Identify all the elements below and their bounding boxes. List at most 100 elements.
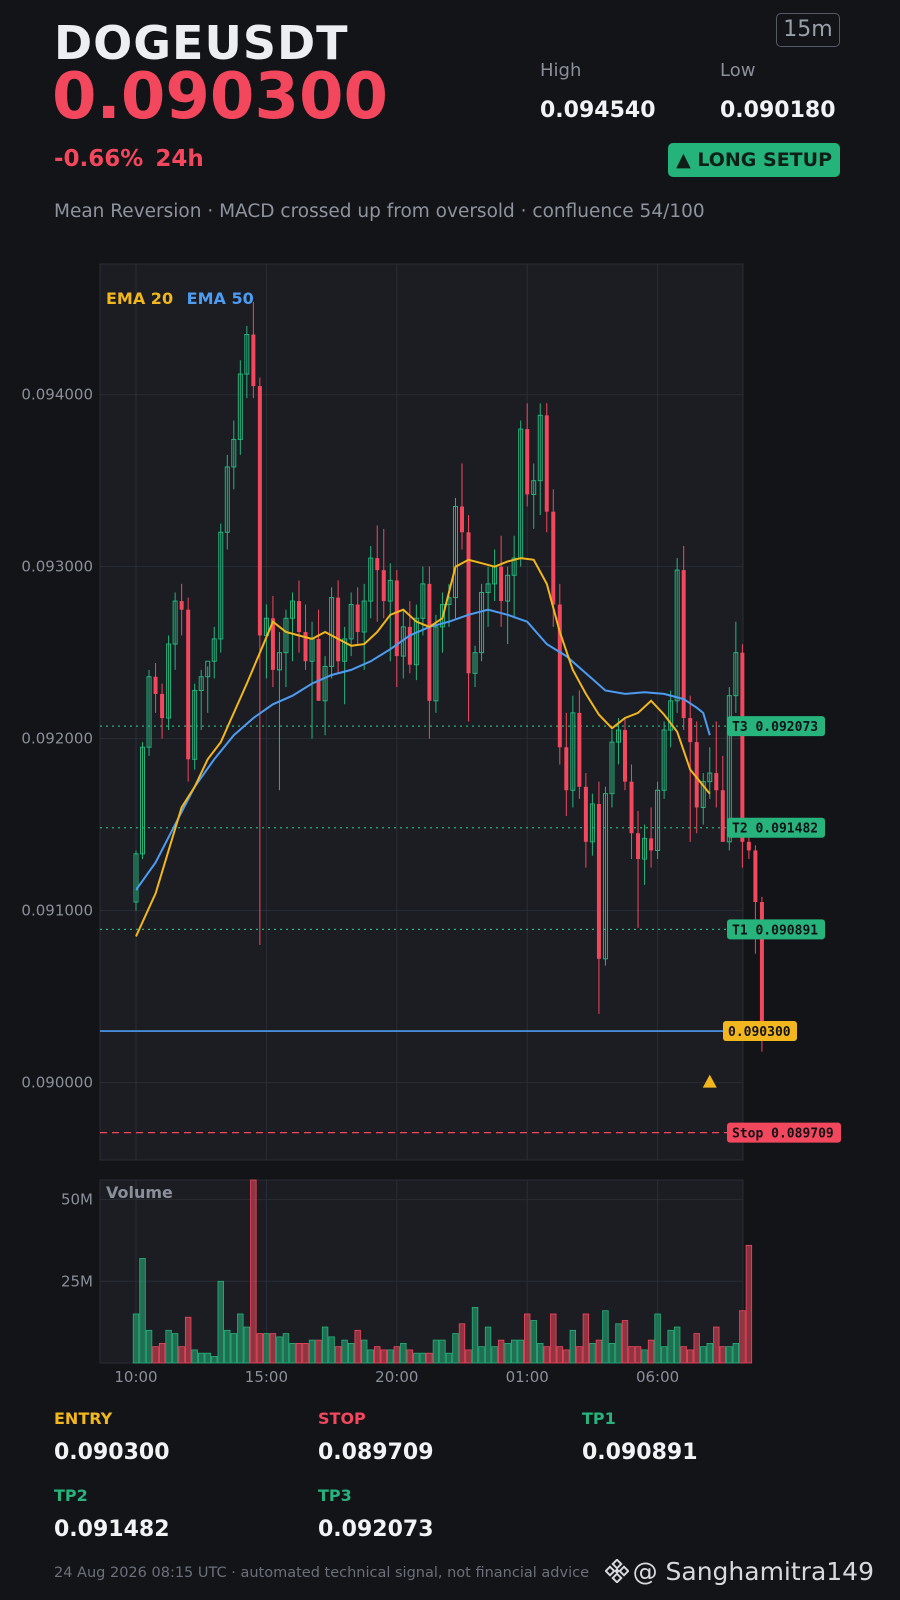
volume-bar	[732, 1342, 740, 1364]
volume-bar	[380, 1349, 387, 1364]
volume-bar	[152, 1346, 159, 1364]
time-tick-label: 10:00	[114, 1368, 157, 1386]
volume-bar	[263, 1333, 270, 1364]
volume-bar	[413, 1352, 420, 1364]
volume-bar	[524, 1313, 531, 1364]
volume-bar	[400, 1342, 407, 1364]
volume-bar	[615, 1323, 622, 1364]
footer-note: 24 Aug 2026 08:15 UTC · automated techni…	[54, 1565, 589, 1581]
volume-bar	[158, 1342, 166, 1364]
volume-bar	[634, 1346, 642, 1364]
candle-body	[688, 718, 693, 743]
entry-label: ENTRY	[54, 1409, 113, 1428]
entry-value: 0.090300	[54, 1440, 170, 1465]
volume-bar	[602, 1310, 609, 1364]
candle-body	[525, 429, 530, 495]
volume-bar	[295, 1342, 303, 1364]
volume-bar	[654, 1313, 661, 1364]
candle-body	[153, 676, 158, 694]
stop-label: STOP	[318, 1409, 366, 1428]
candle-body	[375, 558, 380, 571]
volume-bar	[197, 1352, 205, 1364]
volume-bar	[589, 1342, 596, 1364]
volume-bar	[269, 1333, 277, 1364]
volume-bar	[726, 1346, 733, 1364]
candle-body	[186, 609, 191, 760]
volume-panel-bg	[99, 1179, 744, 1364]
price-tick-label: 0.093000	[21, 558, 93, 576]
volume-bar	[576, 1346, 583, 1364]
candle-body	[499, 566, 504, 602]
volume-bar	[608, 1342, 616, 1364]
candle-body	[720, 790, 725, 842]
volume-bar	[745, 1244, 753, 1364]
volume-tick-label: 50M	[61, 1191, 93, 1209]
volume-bar	[693, 1333, 700, 1364]
tp3-label: TP3	[318, 1486, 352, 1505]
volume-bar	[510, 1339, 518, 1364]
volume-bar	[308, 1339, 316, 1364]
candle-body	[551, 511, 556, 605]
volume-bar	[211, 1356, 218, 1364]
volume-bar	[452, 1333, 459, 1364]
stop-value: 0.089709	[318, 1440, 434, 1465]
candle-body	[381, 570, 386, 602]
volume-bar	[289, 1342, 296, 1364]
volume-bar	[341, 1339, 348, 1364]
volume-bar	[315, 1339, 322, 1364]
volume-bar	[739, 1310, 746, 1364]
time-tick-label: 06:00	[636, 1368, 679, 1386]
volume-bar	[184, 1316, 192, 1364]
volume-bar	[556, 1346, 563, 1364]
candle-body	[629, 781, 634, 834]
author-handle[interactable]: @ Sanghamitra149	[604, 1557, 874, 1586]
volume-bar	[282, 1333, 290, 1364]
candle-body	[251, 334, 256, 387]
candle-body	[355, 604, 360, 633]
level-badge-text-T1: T1 0.090891	[732, 923, 818, 938]
volume-bar	[621, 1320, 629, 1364]
author-handle-text: @ Sanghamitra149	[632, 1557, 874, 1586]
volume-bar	[647, 1339, 655, 1364]
binance-logo-icon	[604, 1559, 629, 1583]
candle-body	[427, 583, 432, 701]
candle-body	[336, 597, 341, 662]
tp3-value: 0.092073	[318, 1517, 434, 1542]
volume-bar	[256, 1333, 264, 1364]
volume-bar	[360, 1339, 368, 1364]
time-tick-label: 20:00	[375, 1368, 418, 1386]
volume-bar	[439, 1339, 446, 1364]
volume-bar	[224, 1329, 231, 1364]
volume-bar	[243, 1326, 251, 1364]
time-tick-label: 01:00	[506, 1368, 549, 1386]
level-badge-text-current: 0.090300	[728, 1025, 791, 1040]
candle-body	[297, 601, 301, 633]
candle-body	[179, 601, 184, 610]
candle-body	[649, 838, 654, 851]
volume-bar	[354, 1329, 361, 1364]
legend-ema20: EMA 20	[106, 289, 173, 308]
volume-bar	[667, 1329, 674, 1364]
candle-body	[746, 841, 751, 851]
candle-body	[257, 386, 262, 636]
volume-bar	[537, 1342, 544, 1364]
level-badge-text-T2: T2 0.091482	[732, 822, 818, 837]
candle-body	[564, 747, 569, 791]
volume-bar	[706, 1342, 713, 1364]
volume-bar	[334, 1346, 342, 1364]
volume-bar	[250, 1179, 257, 1364]
volume-bar	[445, 1352, 453, 1364]
candle-body	[316, 638, 321, 701]
price-tick-label: 0.094000	[21, 386, 93, 404]
volume-bar	[569, 1329, 577, 1364]
level-badge-text-stop: Stop 0.089709	[732, 1127, 834, 1142]
volume-bar	[478, 1346, 485, 1364]
candle-body	[740, 652, 745, 842]
volume-bar	[139, 1258, 146, 1364]
volume-bar	[145, 1329, 153, 1364]
price-tick-label: 0.091000	[21, 902, 93, 920]
volume-bar	[719, 1346, 726, 1364]
volume-bar	[204, 1352, 211, 1364]
volume-bar	[276, 1336, 283, 1364]
volume-bar	[458, 1323, 466, 1364]
